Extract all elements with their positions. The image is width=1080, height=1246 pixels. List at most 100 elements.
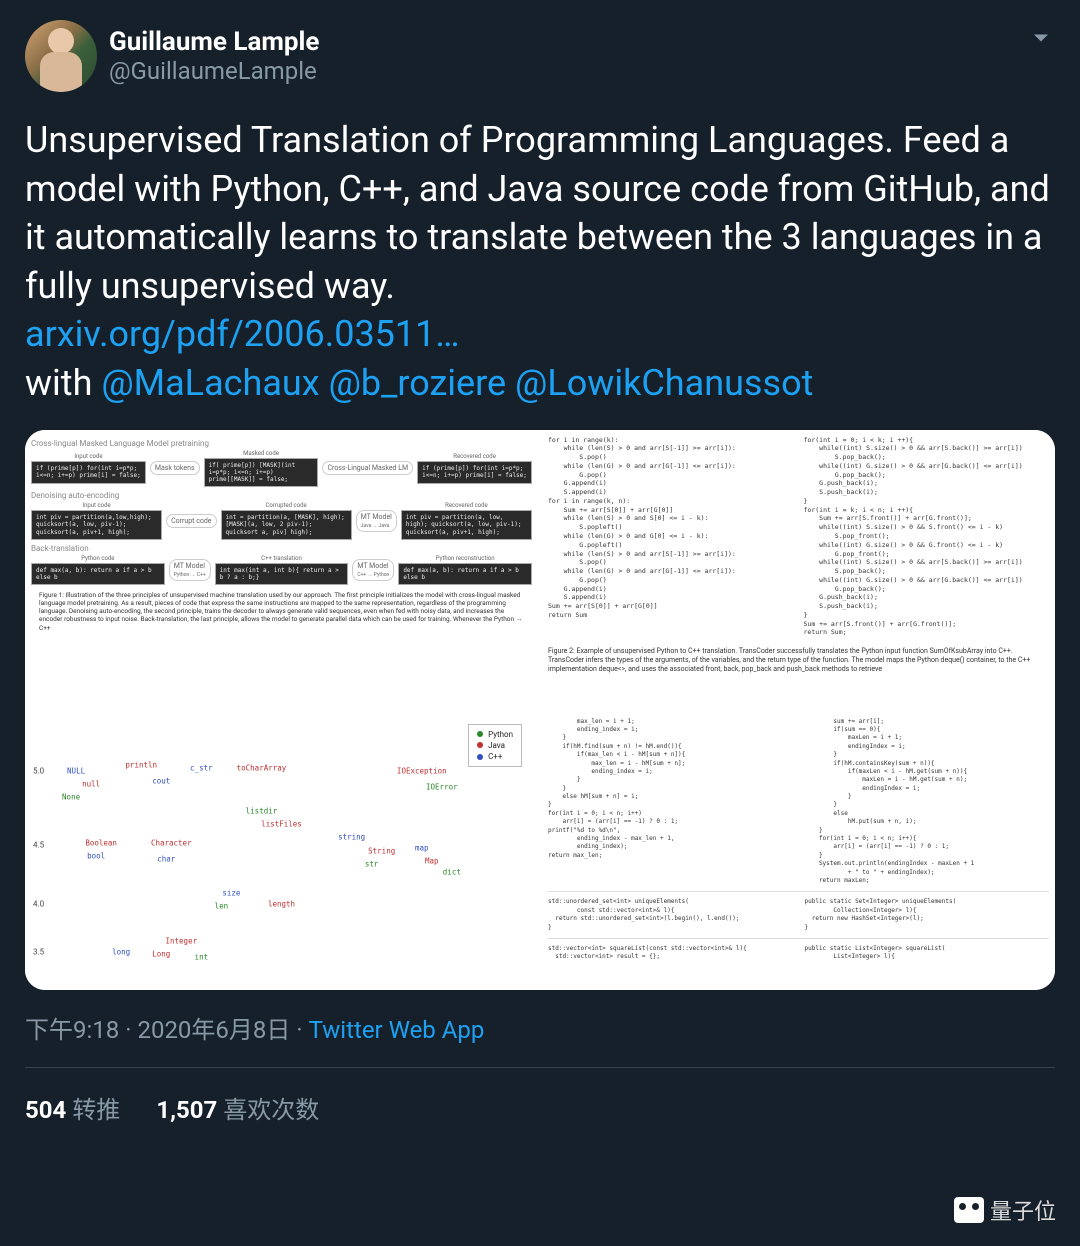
fig1-lbl-input: Input code — [31, 453, 146, 460]
scatter-word: listFiles — [261, 819, 302, 828]
likes-label: 喜欢次数 — [223, 1096, 319, 1124]
meta-time[interactable]: 下午9:18 — [25, 1016, 119, 1044]
retweets-label: 转推 — [72, 1096, 120, 1124]
scatter-word: str — [365, 859, 379, 868]
scatter-word: cout — [152, 777, 170, 786]
fig2-code: for i in range(k): while (len(S) > 0 and… — [548, 436, 1049, 638]
fig4-block-c: std::vector<int> squareList(const std::v… — [548, 945, 1049, 962]
scatter-word: Boolean — [85, 838, 117, 847]
fig1-code-cpp3: int max(int a, int b){ return a > b ? a … — [215, 563, 349, 585]
fig1-section2: Denoising auto-encoding — [31, 491, 532, 500]
fig4-left-b: std::unordered_set<int> uniqueElements( … — [548, 898, 793, 932]
tweet-header: Guillaume Lample @GuillaumeLample — [25, 20, 1055, 92]
fig1-arrow-corrupt: Corrupt code — [166, 514, 216, 528]
meta-source[interactable]: Twitter Web App — [309, 1016, 485, 1044]
fig1-lbl-masked: Masked code — [204, 450, 319, 457]
watermark-text: 量子位 — [990, 1194, 1056, 1226]
meta-sep1: · — [119, 1016, 137, 1044]
scatter-word: Integer — [165, 937, 197, 946]
legend-cpp: C++ — [488, 751, 502, 762]
stat-likes[interactable]: 1,507喜欢次数 — [156, 1090, 319, 1125]
fig1-arrow-mask: Mask tokens — [150, 461, 200, 475]
fig4-right-b: public static Set<Integer> uniqueElement… — [805, 898, 1050, 932]
scatter-word: long — [112, 947, 130, 956]
fig1-code-rec1: if (prime[p]) for(int i=p*p; i<=n; i+=p)… — [417, 461, 532, 483]
scatter-legend: Python Java C++ — [468, 724, 522, 768]
scatter-word: println — [125, 761, 157, 770]
legend-java: Java — [488, 740, 505, 751]
legend-python: Python — [488, 729, 513, 740]
fig4-block-a: max_len = i + 1; ending_index = i; } if(… — [548, 718, 1049, 886]
fig1-arrow-xlm: Cross-Lingual Masked LM — [322, 461, 413, 475]
mention-malachaux[interactable]: @MaLachaux — [101, 362, 319, 404]
scatter-word: None — [62, 793, 80, 802]
fig4-right-a: sum += arr[i]; if(sum == 0){ maxLen = i … — [805, 718, 1050, 886]
fig2-caption: Figure 2: Example of unsupervised Python… — [548, 647, 1049, 674]
fig1-code-rec2: int piv = partition(a, low, high); quick… — [401, 510, 532, 540]
fig1-code-py3: def max(a, b): return a if a > b else b — [31, 563, 165, 585]
fig1-arrow-mt2: MT ModelPython → C++ — [169, 559, 211, 581]
tweet-text: Unsupervised Translation of Programming … — [25, 119, 1050, 307]
fig1-lbl-recovered: Recovered code — [417, 453, 532, 460]
tweet-body: Unsupervised Translation of Programming … — [25, 116, 1055, 408]
mention-lowik[interactable]: @LowikChanussot — [515, 362, 813, 404]
media-figure4[interactable]: max_len = i + 1; ending_index = i; } if(… — [542, 712, 1055, 990]
tweet-meta: 下午9:18 · 2020年6月8日 · Twitter Web App — [25, 1010, 1055, 1045]
scatter-word: IOException — [397, 766, 447, 775]
fig1-section1: Cross-lingual Masked Language Model pret… — [31, 439, 532, 448]
scatter-word: int — [195, 952, 209, 961]
fig1-row3: Python code def max(a, b): return a if a… — [31, 555, 532, 585]
meta-date[interactable]: 2020年6月8日 — [137, 1016, 290, 1044]
fig4-left-a: max_len = i + 1; ending_index = i; } if(… — [548, 718, 793, 886]
scatter-word: Map — [425, 857, 439, 866]
scatter-word: toCharArray — [237, 764, 287, 773]
chevron-down-icon[interactable] — [1027, 24, 1055, 56]
fig1-lbl-cpp: C++ translation — [215, 555, 349, 562]
scatter-word: len — [215, 902, 229, 911]
scatter-word: NULL — [67, 766, 85, 775]
retweets-count: 504 — [25, 1096, 66, 1124]
author-name: Guillaume Lample — [109, 27, 319, 57]
author-handle: @GuillaumeLample — [109, 57, 319, 85]
fig1-lbl-corrupt: Corrupted code — [221, 502, 352, 509]
scatter-word: bool — [87, 851, 105, 860]
avatar[interactable] — [25, 20, 97, 92]
scatter-word: Character — [151, 838, 192, 847]
scatter-word: c_str — [190, 764, 213, 773]
stat-retweets[interactable]: 504转推 — [25, 1090, 120, 1125]
fig1-code-cor2: int = partition(a, [MASK], high); [MASK]… — [221, 510, 352, 540]
fig1-arrow-mt3: MT ModelC++ → Python — [352, 559, 394, 581]
mention-broziere[interactable]: @b_roziere — [329, 362, 507, 404]
author-block[interactable]: Guillaume Lample @GuillaumeLample — [109, 27, 319, 85]
scatter-word: listdir — [246, 806, 278, 815]
fig1-section3: Back-translation — [31, 544, 532, 553]
fig1-code-pyr3: def max(a, b): return a if a > b else b — [398, 563, 532, 585]
scatter-word: map — [415, 843, 429, 852]
media-scatter[interactable]: Python Java C++ 5.04.54.03.5NULLnullNone… — [25, 712, 538, 990]
scatter-word: string — [338, 833, 365, 842]
ytick: 3.5 — [33, 947, 44, 956]
fig1-caption: Figure 1: Illustration of the three prin… — [31, 591, 532, 632]
scatter-plot: Python Java C++ 5.04.54.03.5NULLnullNone… — [31, 718, 532, 984]
divider — [25, 1067, 1055, 1068]
media-figure1[interactable]: Cross-lingual Masked Language Model pret… — [25, 430, 538, 708]
fig2-right: for(int i = 0; i < k; i ++){ while((int)… — [804, 436, 1050, 638]
fig1-row2: Input code int piv = partition(a,low,hig… — [31, 502, 532, 540]
tweet-container: Guillaume Lample @GuillaumeLample Unsupe… — [0, 0, 1080, 1145]
media-grid: Cross-lingual Masked Language Model pret… — [25, 430, 1055, 990]
media-figure2[interactable]: for i in range(k): while (len(S) > 0 and… — [542, 430, 1055, 708]
fig1-lbl-input2: Input code — [31, 502, 162, 509]
scatter-word: size — [222, 889, 240, 898]
tweet-stats: 504转推 1,507喜欢次数 — [25, 1090, 1055, 1125]
meta-sep2: · — [290, 1016, 308, 1044]
fig1-lbl-pyrec: Python reconstruction — [398, 555, 532, 562]
fig4-left-c: std::vector<int> squareList(const std::v… — [548, 945, 793, 962]
ytick: 4.0 — [33, 899, 44, 908]
with-prefix: with — [25, 362, 101, 404]
ytick: 4.5 — [33, 841, 44, 850]
fig4-right-c: public static List<Integer> squareList( … — [805, 945, 1050, 962]
fig2-left: for i in range(k): while (len(S) > 0 and… — [548, 436, 794, 638]
arxiv-link[interactable]: arxiv.org/pdf/2006.03511… — [25, 313, 459, 355]
fig1-code-in1: if (prime[p]) for(int i=p*p; i<=n; i+=p)… — [31, 461, 146, 483]
fig1-lbl-python: Python code — [31, 555, 165, 562]
